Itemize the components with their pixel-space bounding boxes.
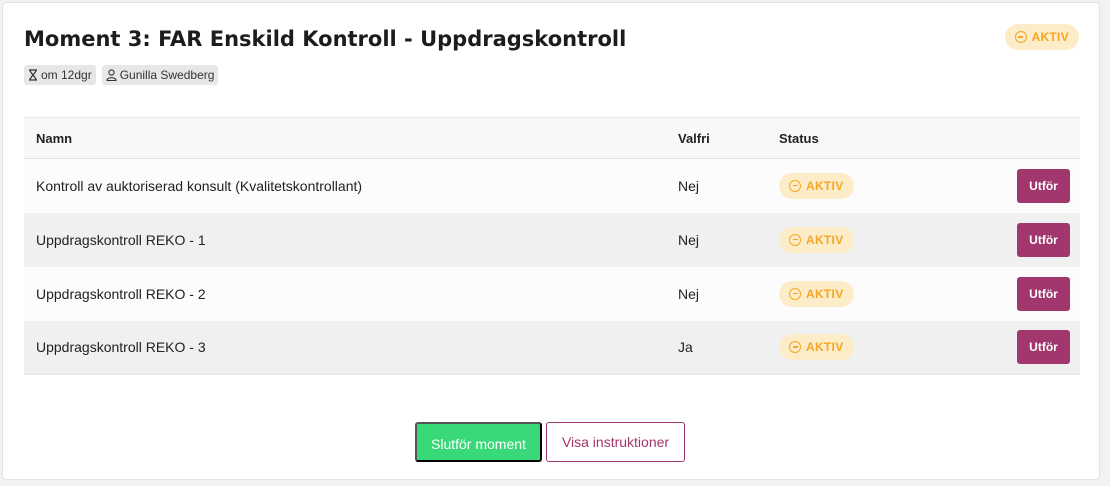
status-label: AKTIV (806, 178, 844, 193)
row-action-cell: Utför (967, 159, 1080, 213)
assignee-chip: Gunilla Swedberg (101, 65, 219, 85)
row-status-cell: AKTIV (767, 159, 967, 213)
column-header-status: Status (767, 117, 967, 159)
row-name: Kontroll av auktoriserad konsult (Kvalit… (36, 177, 363, 194)
row-name: Uppdragskontroll REKO - 2 (36, 285, 206, 302)
status-badge: AKTIV (779, 280, 854, 307)
status-badge: AKTIV (779, 226, 854, 253)
deadline-text: om 12dgr (41, 68, 92, 82)
minus-circle-icon (1014, 31, 1027, 43)
status-badge: AKTIV (1004, 24, 1079, 50)
minus-circle-icon (789, 179, 801, 192)
row-name: Uppdragskontroll REKO - 1 (36, 231, 206, 248)
moment-meta: om 12dgr Gunilla Swedberg (24, 65, 219, 85)
table-row: Uppdragskontroll REKO - 3 Ja AKTIV Utför (24, 320, 1080, 375)
table-row: Uppdragskontroll REKO - 1 Nej AKTIV Utfö… (24, 212, 1080, 267)
moment-card: Moment 3: FAR Enskild Kontroll - Uppdrag… (2, 2, 1100, 480)
utfor-button[interactable]: Utför (1017, 330, 1070, 365)
footer-actions: Slutför moment Visa instruktioner (415, 422, 686, 462)
minus-circle-icon (789, 341, 801, 354)
status-label: AKTIV (806, 286, 844, 301)
utfor-button[interactable]: Utför (1017, 276, 1070, 311)
minus-circle-icon (789, 287, 801, 300)
column-header-namn: Namn (24, 117, 666, 159)
row-action-cell: Utför (967, 267, 1080, 321)
row-optional: Nej (678, 285, 700, 302)
status-badge-label: AKTIV (1031, 30, 1069, 44)
table-header-row: Namn Valfri Status (24, 117, 1080, 159)
row-optional: Nej (678, 177, 700, 194)
row-action-cell: Utför (967, 213, 1080, 267)
row-name: Uppdragskontroll REKO - 3 (36, 339, 206, 356)
column-header-action (967, 117, 1080, 159)
status-label: AKTIV (806, 340, 844, 355)
deadline-chip: om 12dgr (24, 65, 96, 85)
column-header-valfri: Valfri (666, 117, 767, 159)
status-badge: AKTIV (779, 172, 854, 199)
table-row: Kontroll av auktoriserad konsult (Kvalit… (24, 158, 1080, 213)
row-status-cell: AKTIV (767, 321, 967, 375)
row-status-cell: AKTIV (767, 267, 967, 321)
row-status-cell: AKTIV (767, 213, 967, 267)
row-optional: Nej (678, 231, 700, 248)
show-instructions-button[interactable]: Visa instruktioner (545, 422, 686, 462)
table-row: Uppdragskontroll REKO - 2 Nej AKTIV Utfö… (24, 266, 1080, 321)
row-optional: Ja (678, 339, 693, 356)
assignee-name: Gunilla Swedberg (119, 68, 215, 82)
page-title: Moment 3: FAR Enskild Kontroll - Uppdrag… (24, 27, 627, 51)
user-icon (106, 69, 117, 81)
utfor-button[interactable]: Utför (1017, 168, 1070, 203)
status-badge: AKTIV (779, 334, 854, 361)
controls-table: Namn Valfri Status Kontroll av auktorise… (24, 117, 1080, 375)
row-action-cell: Utför (967, 321, 1080, 375)
complete-moment-button[interactable]: Slutför moment (415, 422, 542, 462)
status-label: AKTIV (806, 232, 844, 247)
utfor-button[interactable]: Utför (1017, 222, 1070, 257)
hourglass-icon (29, 69, 37, 81)
minus-circle-icon (789, 233, 801, 246)
